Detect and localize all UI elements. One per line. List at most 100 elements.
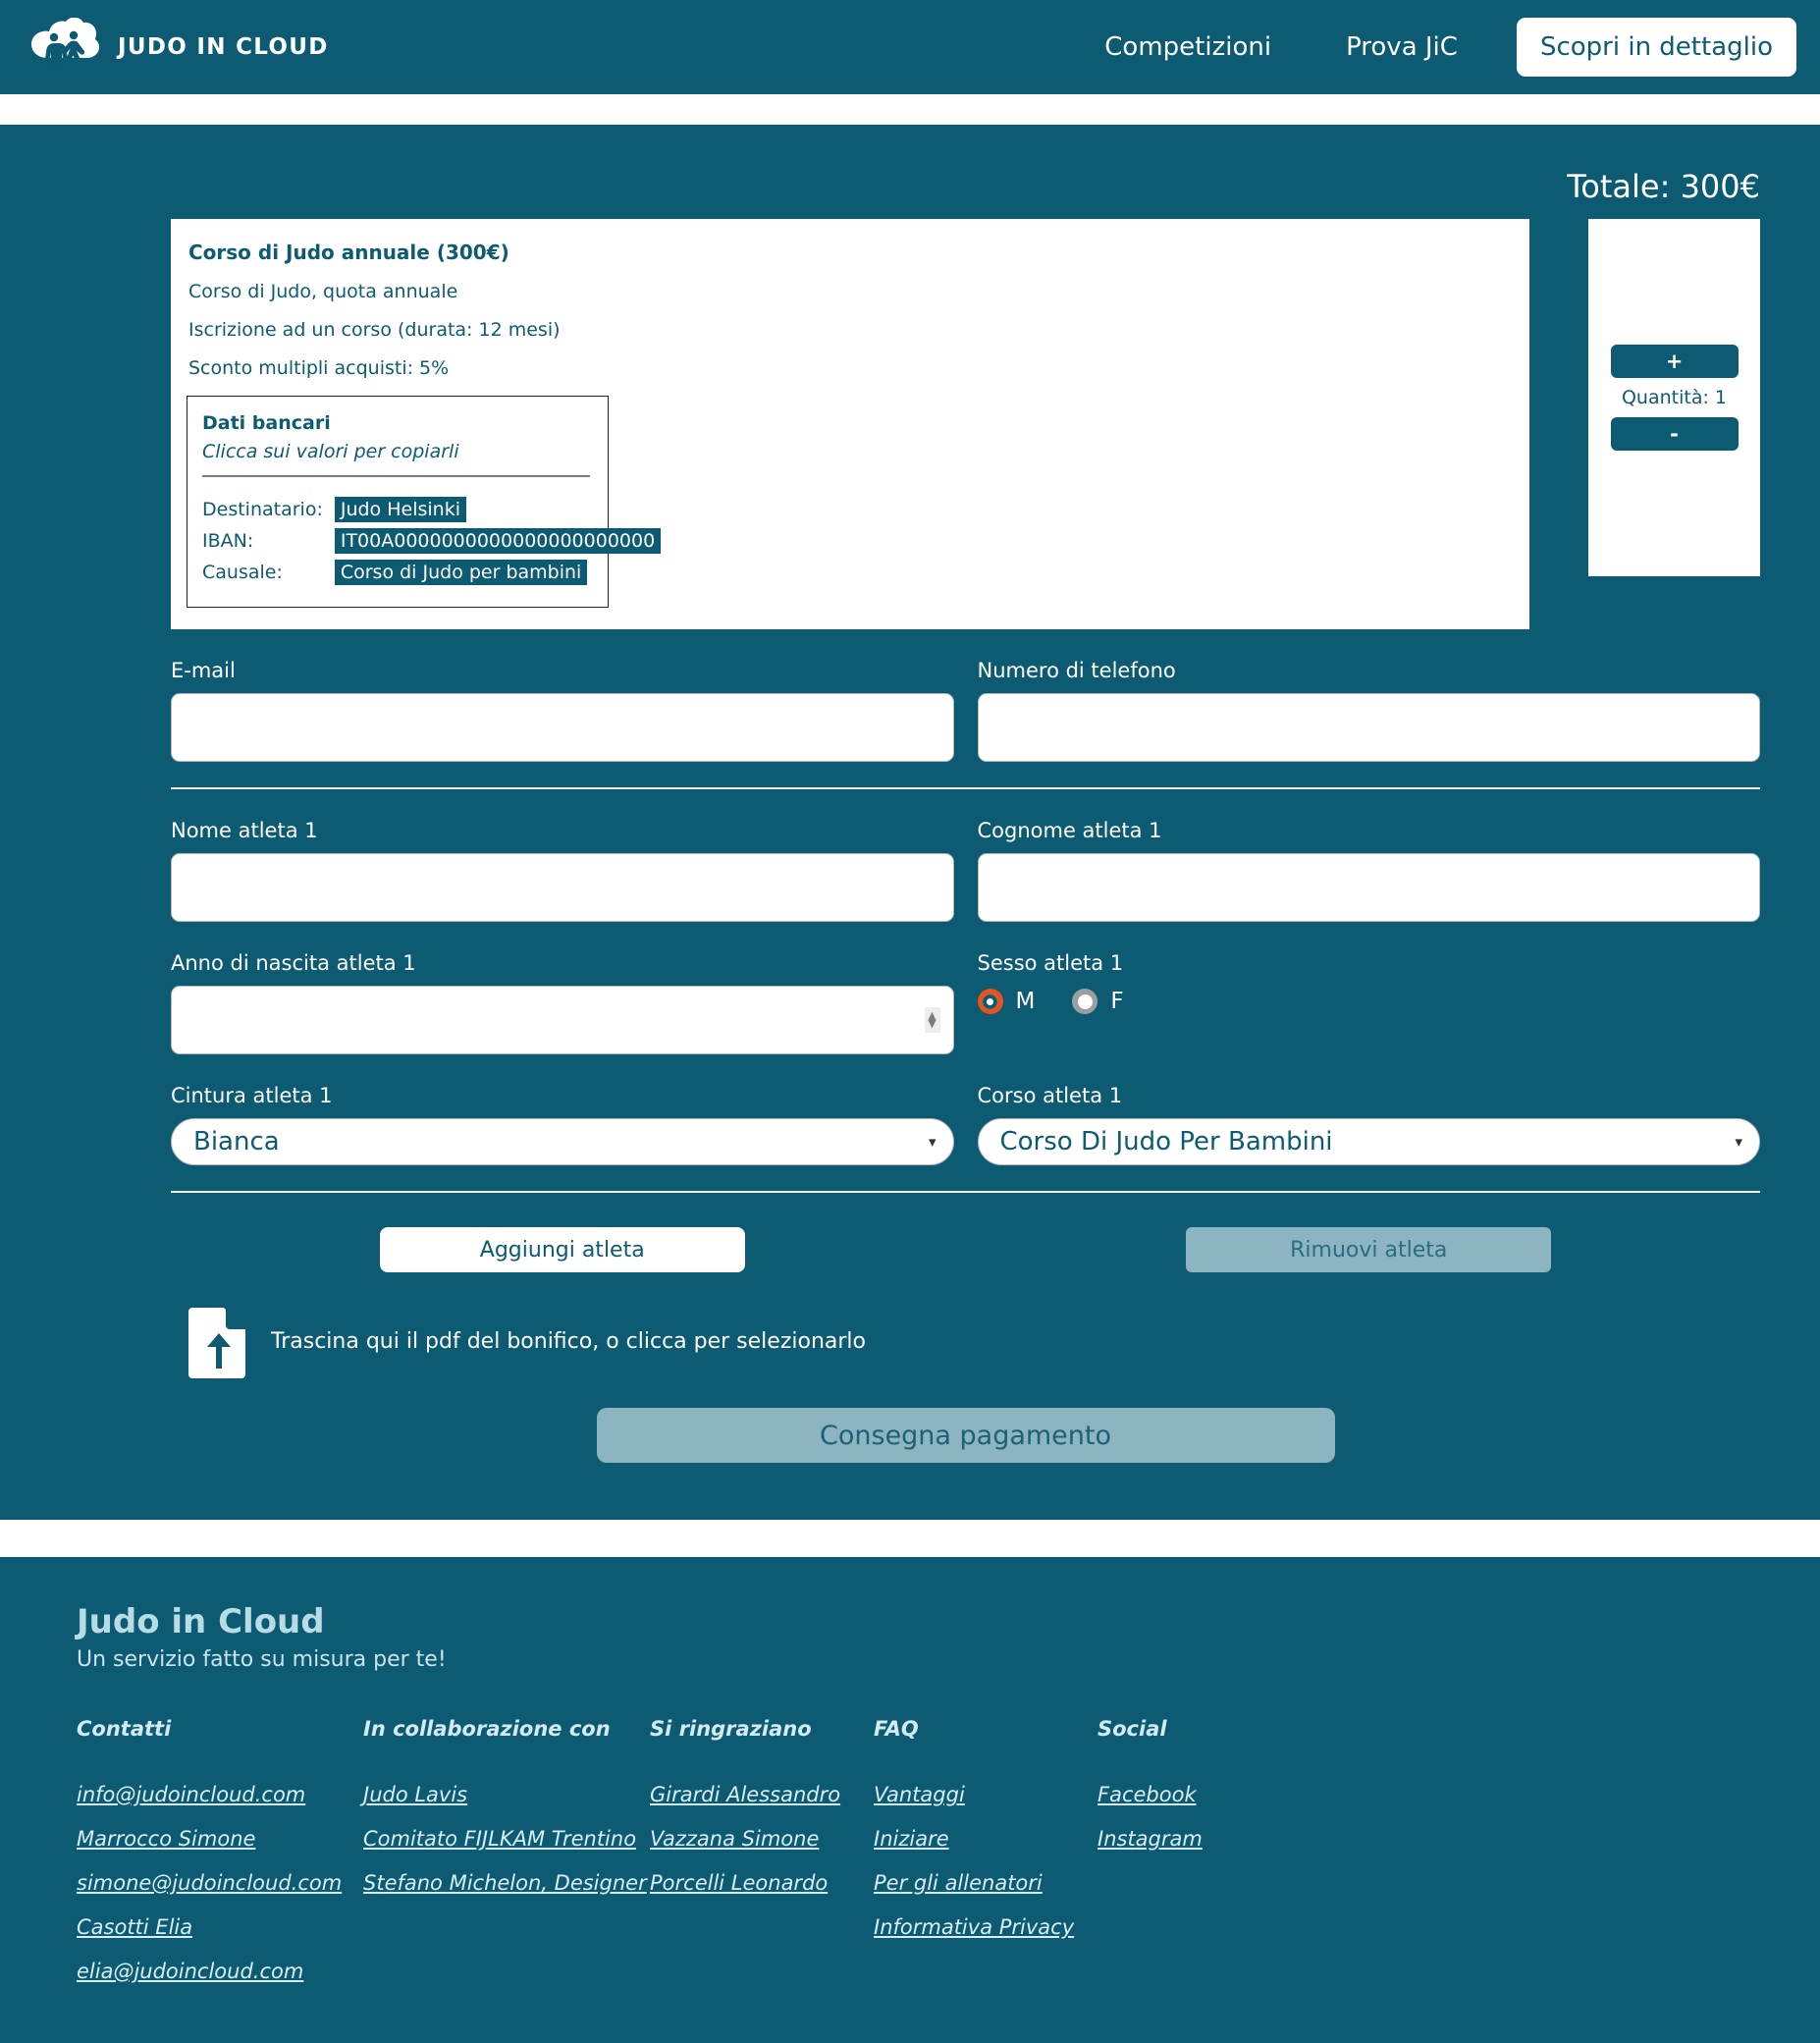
file-upload-icon — [188, 1304, 249, 1378]
footer-link-facebook[interactable]: Facebook — [1097, 1783, 1197, 1806]
footer-link-vantaggi[interactable]: Vantaggi — [874, 1783, 965, 1806]
add-athlete-button[interactable]: Aggiungi atleta — [379, 1227, 745, 1272]
contact-section-divider — [171, 787, 1760, 789]
bank-label-iban: IBAN: — [202, 530, 254, 552]
product-card: Corso di Judo annuale (300€) Corso di Ju… — [171, 219, 1529, 629]
product-title: Corso di Judo annuale (300€) — [188, 241, 509, 264]
bank-value-destinatario[interactable]: Judo Helsinki — [334, 497, 466, 522]
footer-heading-collaborazione: In collaborazione con — [363, 1717, 611, 1741]
footer-divider-band — [0, 1520, 1820, 1557]
footer-link-porcelli-leonardo[interactable]: Porcelli Leonardo — [650, 1871, 828, 1895]
athlete-belt-label: Cintura atleta 1 — [171, 1084, 333, 1107]
quantity-value-label: Quantità: 1 — [1621, 387, 1728, 408]
contact-fields-grid: E-mail Numero di telefono — [171, 629, 1760, 789]
bank-details-box: Dati bancari Clicca sui valori per copia… — [187, 396, 662, 608]
submit-payment-button[interactable]: Consegna pagamento — [596, 1408, 1335, 1463]
scopri-in-dettaglio-button[interactable]: Scopri in dettaglio — [1516, 18, 1796, 77]
footer-link-instagram[interactable]: Instagram — [1097, 1827, 1203, 1851]
athlete-course-wrap: Corso Di Judo Per Bambini ▾ — [977, 1118, 1760, 1165]
phone-label: Numero di telefono — [977, 659, 1176, 682]
footer-column-ringraziamenti: Si ringraziano Girardi Alessandro Vazzan… — [650, 1717, 874, 2004]
registration-form: E-mail Numero di telefono Nome atleta 1 … — [0, 629, 1820, 1463]
footer-link-simone-email[interactable]: simone@judoincloud.com — [77, 1871, 342, 1895]
footer-link-girardi-alessandro[interactable]: Girardi Alessandro — [650, 1783, 840, 1806]
athlete-belt-field-group: Cintura atleta 1 Bianca ▾ — [171, 1084, 954, 1165]
athlete-sex-label: Sesso atleta 1 — [977, 951, 1124, 975]
bank-details-list: Destinatario: Judo Helsinki IBAN: IT00A0… — [202, 491, 662, 591]
radio-f-icon[interactable] — [1072, 989, 1098, 1014]
athlete-course-select[interactable]: Corso Di Judo Per Bambini — [977, 1118, 1760, 1165]
footer-link-casotti-elia[interactable]: Casotti Elia — [77, 1915, 192, 1939]
athlete-name-input[interactable] — [171, 853, 954, 922]
submit-row: Consegna pagamento — [171, 1408, 1760, 1463]
email-label: E-mail — [171, 659, 236, 682]
phone-field-group: Numero di telefono — [977, 659, 1760, 762]
sex-option-f-label: F — [1110, 989, 1124, 1014]
bank-row-iban: IBAN: IT00A0000000000000000000000 — [202, 528, 662, 554]
bank-value-iban[interactable]: IT00A0000000000000000000000 — [334, 528, 662, 554]
quantity-increase-button[interactable]: + — [1610, 345, 1739, 378]
footer-link-elia-email[interactable]: elia@judoincloud.com — [77, 1960, 303, 1983]
phone-input[interactable] — [977, 693, 1760, 762]
pdf-dropzone-text: Trascina qui il pdf del bonifico, o clic… — [271, 1328, 866, 1354]
athlete-birthyear-field-group: Anno di nascita atleta 1 ▲ ▼ — [171, 951, 954, 1054]
athlete-birthyear-input[interactable] — [171, 986, 954, 1054]
quantity-decrease-button[interactable]: - — [1610, 417, 1739, 451]
remove-athlete-button[interactable]: Rimuovi atleta — [1186, 1227, 1552, 1272]
brand[interactable]: JUDO IN CLOUD — [29, 17, 329, 77]
athlete-course-field-group: Corso atleta 1 Corso Di Judo Per Bambini… — [977, 1084, 1760, 1165]
nav-link-competizioni[interactable]: Competizioni — [1067, 32, 1309, 62]
bank-details-title: Dati bancari — [202, 412, 331, 434]
footer-link-iniziare[interactable]: Iniziare — [874, 1827, 949, 1851]
athlete-sex-radio-group: M F — [977, 989, 1761, 1014]
email-input[interactable] — [171, 693, 954, 762]
site-footer: Judo in Cloud Un servizio fatto su misur… — [0, 1557, 1820, 2043]
athlete-section-divider — [171, 1191, 1760, 1193]
bank-details-divider — [202, 475, 590, 477]
bank-label-causale: Causale: — [202, 562, 283, 583]
email-field-group: E-mail — [171, 659, 954, 762]
quantity-card: + Quantità: 1 - — [1588, 219, 1760, 576]
sex-option-f[interactable]: F — [1072, 989, 1124, 1014]
footer-columns: Contatti info@judoincloud.com Marrocco S… — [77, 1717, 1820, 2004]
athlete-birthyear-wrap: ▲ ▼ — [171, 986, 954, 1054]
athlete-fields-grid: Nome atleta 1 Cognome atleta 1 Anno di n… — [171, 789, 1760, 1193]
athlete-name-label: Nome atleta 1 — [171, 819, 318, 842]
footer-column-faq: FAQ Vantaggi Iniziare Per gli allenatori… — [874, 1717, 1097, 2004]
judo-cloud-logo-icon — [29, 17, 102, 77]
sex-option-m[interactable]: M — [977, 989, 1036, 1014]
athlete-surname-input[interactable] — [977, 853, 1760, 922]
footer-link-comitato-fijlkam[interactable]: Comitato FIJLKAM Trentino — [363, 1827, 636, 1851]
athlete-sex-field-group: Sesso atleta 1 M F — [977, 951, 1761, 1054]
sex-option-m-label: M — [1015, 989, 1036, 1014]
footer-link-per-gli-allenatori[interactable]: Per gli allenatori — [874, 1871, 1043, 1895]
footer-link-stefano-michelon[interactable]: Stefano Michelon, Designer — [363, 1871, 647, 1895]
bank-details-hint: Clicca sui valori per copiarli — [202, 441, 459, 462]
footer-heading-contatti: Contatti — [77, 1717, 172, 1741]
athlete-birthyear-label: Anno di nascita atleta 1 — [171, 951, 416, 975]
total-row: Totale: 300€ — [0, 125, 1820, 205]
athlete-course-label: Corso atleta 1 — [977, 1084, 1123, 1107]
athlete-belt-wrap: Bianca ▾ — [171, 1118, 954, 1165]
footer-heading-faq: FAQ — [874, 1717, 919, 1741]
pdf-dropzone[interactable]: Trascina qui il pdf del bonifico, o clic… — [171, 1304, 1760, 1378]
footer-link-marrocco-simone[interactable]: Marrocco Simone — [77, 1827, 255, 1851]
athlete-surname-field-group: Cognome atleta 1 — [977, 819, 1760, 922]
footer-link-judo-lavis[interactable]: Judo Lavis — [363, 1783, 467, 1806]
footer-subtitle: Un servizio fatto su misura per te! — [77, 1647, 447, 1672]
footer-link-vazzana-simone[interactable]: Vazzana Simone — [650, 1827, 819, 1851]
footer-column-collaborazione: In collaborazione con Judo Lavis Comitat… — [363, 1717, 650, 2004]
footer-heading-social: Social — [1097, 1717, 1167, 1741]
header-divider-band — [0, 94, 1820, 125]
footer-link-informativa-privacy[interactable]: Informativa Privacy — [874, 1915, 1074, 1939]
bank-value-causale[interactable]: Corso di Judo per bambini — [334, 560, 588, 585]
footer-link-info-email[interactable]: info@judoincloud.com — [77, 1783, 305, 1806]
bank-row-causale: Causale: Corso di Judo per bambini — [202, 560, 661, 585]
radio-m-icon[interactable] — [977, 989, 1003, 1014]
footer-title: Judo in Cloud — [77, 1602, 325, 1641]
product-row: Corso di Judo annuale (300€) Corso di Ju… — [0, 205, 1820, 629]
nav-link-prova-jic[interactable]: Prova JiC — [1309, 32, 1495, 62]
athlete-belt-select[interactable]: Bianca — [171, 1118, 954, 1165]
number-stepper-icon[interactable]: ▲ ▼ — [924, 1007, 940, 1033]
main-nav: Competizioni Prova JiC Scopri in dettagl… — [1067, 18, 1796, 77]
